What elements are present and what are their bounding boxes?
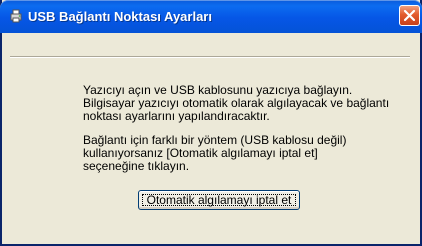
instruction-paragraph: Yazıcıyı açın ve USB kablosunu yazıcıya … — [83, 84, 393, 123]
cancel-auto-detect-button[interactable]: Otomatik algılamayı iptal et — [138, 190, 300, 210]
close-button[interactable] — [399, 5, 420, 26]
title-bar[interactable]: USB Bağlantı Noktası Ayarları — [0, 0, 422, 33]
cancel-auto-detect-label: Otomatik algılamayı iptal et — [146, 193, 292, 207]
usb-port-settings-dialog: USB Bağlantı Noktası Ayarları Yazıcıyı a… — [0, 0, 422, 246]
alternative-line: seçeneğine tıklayın. — [83, 159, 190, 173]
alternative-method-paragraph: Bağlantı için farklı bir yöntem (USB kab… — [83, 134, 393, 173]
printer-setup-icon — [10, 9, 22, 23]
separator-line — [10, 56, 410, 58]
window-title: USB Bağlantı Noktası Ayarları — [28, 9, 212, 24]
close-icon — [403, 9, 416, 22]
dialog-content: Yazıcıyı açın ve USB kablosunu yazıcıya … — [2, 33, 420, 244]
instruction-line: noktası ayarlarını yapılandıracaktır. — [83, 109, 270, 123]
